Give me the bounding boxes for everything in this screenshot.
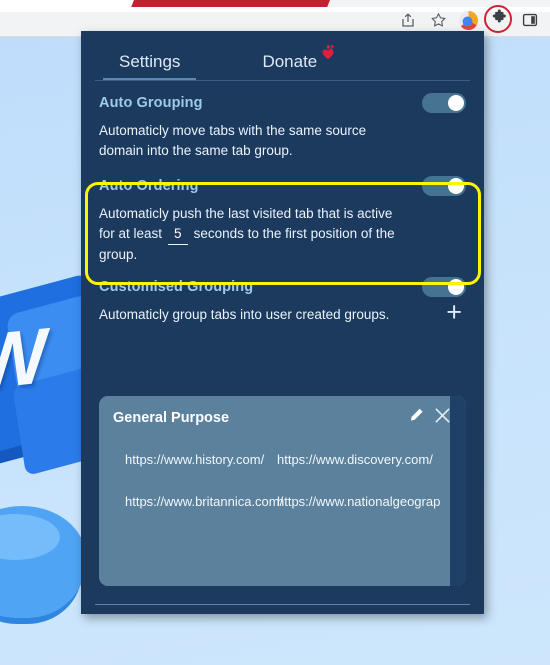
tab-donate[interactable]: Donate <box>246 45 352 81</box>
add-group-button[interactable]: + <box>446 299 462 326</box>
group-card-url-list: https://www.history.com/ https://www.dis… <box>99 430 466 586</box>
group-url[interactable]: https://www.britannica.com/ <box>125 494 283 509</box>
heart-icon <box>320 45 336 63</box>
section-customised-grouping-header: Customised Grouping <box>99 274 466 300</box>
extensions-button-wrapper[interactable] <box>484 5 514 34</box>
section-auto-ordering: Auto Ordering Automaticly push the last … <box>81 162 484 266</box>
section-auto-ordering-title: Auto Ordering <box>99 177 199 194</box>
section-auto-grouping: Auto Grouping Automaticly move tabs with… <box>81 81 484 162</box>
customised-grouping-toggle[interactable] <box>422 277 466 298</box>
group-card-general-purpose: General Purpose https://www.history.com/… <box>99 396 466 586</box>
section-customised-grouping-description: Automaticly group tabs into user created… <box>99 307 390 323</box>
pencil-icon[interactable] <box>408 407 425 429</box>
group-url[interactable]: https://www.history.com/ <box>125 452 264 467</box>
section-customised-grouping-title: Customised Grouping <box>99 279 254 296</box>
screenshot-root: W Settings Donate Auto Grouping Automati… <box>0 0 550 665</box>
toggle-knob <box>448 279 464 296</box>
auto-grouping-toggle[interactable] <box>422 93 466 113</box>
section-auto-ordering-header: Auto Ordering <box>99 173 466 199</box>
group-card-title: General Purpose <box>113 410 230 426</box>
toolbar-icon-group <box>394 5 544 34</box>
bookmark-star-icon[interactable] <box>424 7 452 33</box>
red-accent-bar <box>131 0 330 7</box>
group-url[interactable]: https://www.discovery.com/ <box>277 452 433 467</box>
section-auto-grouping-description: Automaticly move tabs with the same sour… <box>99 123 367 159</box>
popup-tab-bar: Settings Donate <box>81 31 484 81</box>
popup-bottom-divider <box>95 604 470 605</box>
section-auto-grouping-header: Auto Grouping <box>99 90 466 116</box>
share-icon[interactable] <box>394 7 422 33</box>
group-card-actions <box>408 406 452 430</box>
toggle-knob <box>448 95 464 111</box>
group-card-header: General Purpose <box>99 396 466 430</box>
profile-circle-icon[interactable] <box>454 7 482 33</box>
sidebar-toggle-icon[interactable] <box>516 7 544 33</box>
seconds-input[interactable]: 5 <box>167 224 188 245</box>
tab-donate-label: Donate <box>262 52 318 71</box>
annotation-circle <box>484 5 512 33</box>
group-url[interactable]: https://www.nationalgeograp <box>277 494 440 509</box>
tab-settings-label: Settings <box>119 52 181 71</box>
section-auto-grouping-title: Auto Grouping <box>99 95 203 111</box>
toggle-knob <box>448 177 464 194</box>
url-row: https://www.history.com/ https://www.dis… <box>99 452 466 494</box>
url-row: https://www.britannica.com/ https://www.… <box>99 494 466 536</box>
tab-settings[interactable]: Settings <box>103 52 197 81</box>
auto-ordering-toggle[interactable] <box>422 175 466 196</box>
section-auto-ordering-description: Automaticly push the last visited tab th… <box>99 204 399 266</box>
section-customised-grouping: Customised Grouping Automaticly group ta… <box>81 265 484 326</box>
